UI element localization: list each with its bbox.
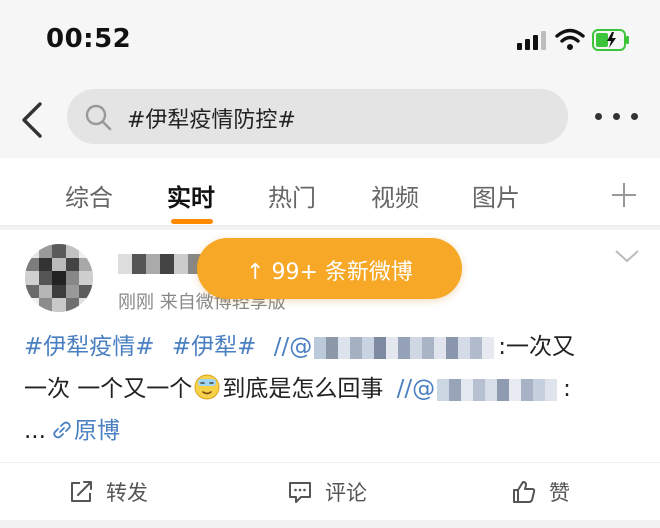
tab-pictures[interactable]: 图片 [472, 178, 520, 213]
tab-hot[interactable]: 热门 [268, 178, 316, 213]
avatar[interactable] [25, 244, 93, 312]
hashtag[interactable]: #伊犁# [172, 334, 257, 360]
mention-prefix[interactable]: //@ [397, 376, 436, 402]
chevron-down-icon[interactable] [614, 248, 640, 264]
link-icon [53, 421, 71, 439]
search-query: #伊犁疫情防控# [127, 108, 296, 133]
comment-label: 评论 [325, 481, 367, 505]
status-time: 00:52 [46, 24, 132, 54]
tab-comprehensive[interactable]: 综合 [65, 178, 113, 213]
mention-prefix[interactable]: //@ [274, 334, 313, 360]
search-header: #伊犁疫情防控# [0, 80, 660, 158]
post-text-segment: : [563, 376, 571, 402]
battery-icon [592, 29, 629, 51]
repost-label: 转发 [106, 481, 148, 505]
cellular-signal-icon [517, 30, 547, 50]
post-text-segment: :一次又 [498, 334, 575, 360]
tab-bar: 综合 实时 热门 视频 图片 [0, 158, 660, 226]
mention-blurred[interactable] [314, 336, 495, 359]
like-label: 赞 [549, 481, 570, 505]
repost-icon [71, 481, 92, 502]
post-text-segment: 到底是怎么回事 [222, 376, 384, 402]
back-icon[interactable] [18, 100, 48, 140]
dizzy-face-emoji-icon [194, 374, 220, 400]
tab-video[interactable]: 视频 [371, 178, 419, 213]
wifi-icon [555, 28, 585, 50]
post-text-ellipsis: ... [24, 418, 46, 444]
mention-blurred[interactable] [437, 378, 559, 401]
tab-realtime[interactable]: 实时 [167, 178, 215, 213]
comment-icon [289, 482, 311, 503]
active-tab-indicator [171, 219, 213, 224]
new-posts-toast[interactable]: ↑ 99+ 条新微博 [197, 238, 462, 299]
more-icon[interactable] [595, 111, 639, 123]
status-bar: 00:52 [0, 0, 660, 80]
search-input[interactable]: #伊犁疫情防控# [67, 89, 568, 144]
like-icon [513, 481, 536, 503]
plus-icon[interactable] [611, 182, 637, 208]
username-blurred[interactable] [118, 254, 204, 274]
search-icon [85, 104, 112, 131]
hashtag[interactable]: #伊犁疫情# [24, 334, 155, 360]
post-text-segment: 一次 一个又一个 [24, 376, 193, 402]
new-posts-toast-label: ↑ 99+ 条新微博 [246, 260, 413, 285]
post-actions: 转发 评论 赞 [0, 462, 660, 520]
original-post-link[interactable]: 原博 [74, 418, 120, 444]
